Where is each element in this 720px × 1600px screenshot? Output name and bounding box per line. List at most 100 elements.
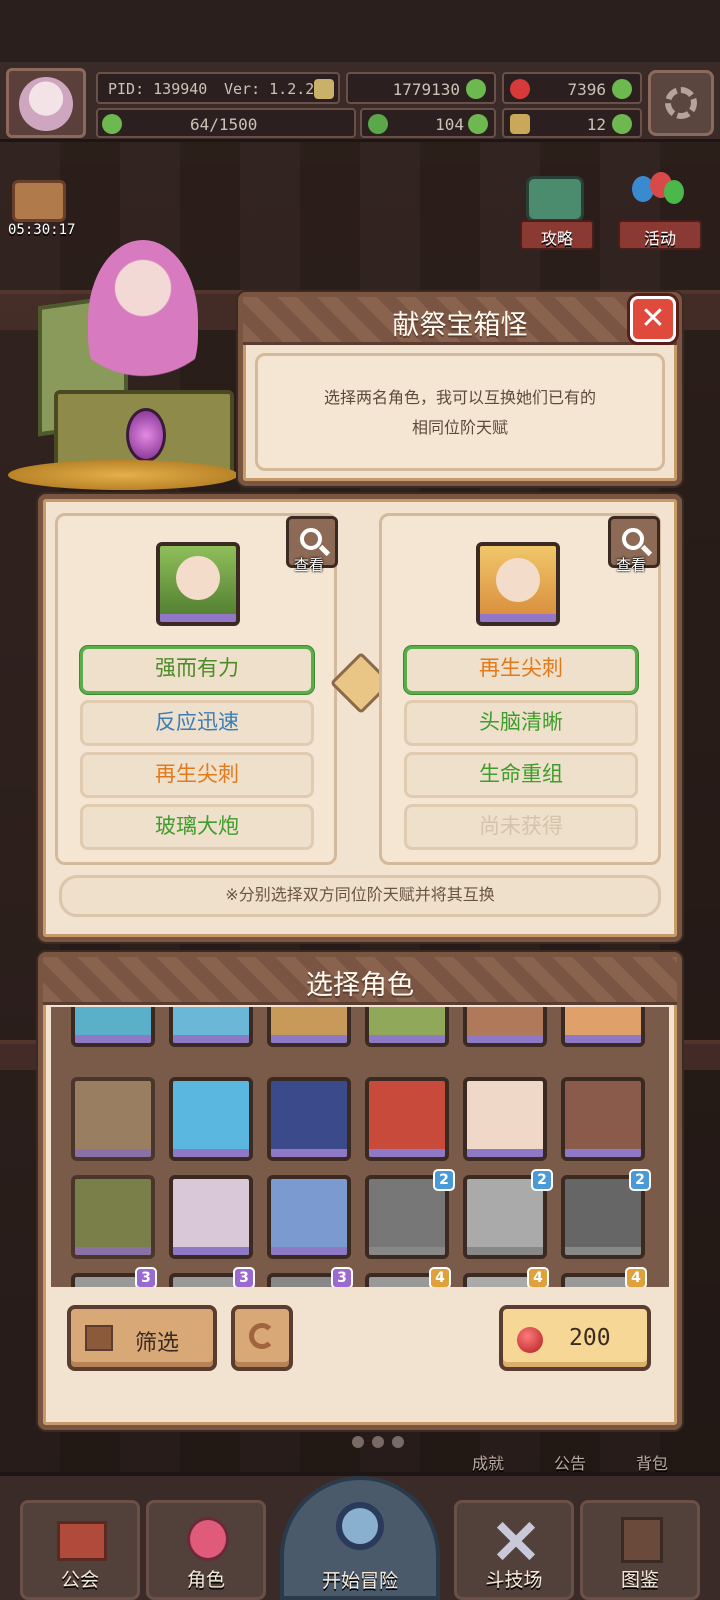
select-title-band: 选择角色 (43, 957, 677, 1005)
tier-badge: 2 (433, 1169, 455, 1191)
left-trait-4[interactable]: 玻璃大炮 (80, 804, 314, 850)
close-button[interactable]: ✕ (630, 296, 676, 342)
swap-panel: 查看 强而有力 反应迅速 再生尖刺 玻璃大炮 查看 再生尖刺 头脑清晰 生命重组… (38, 494, 682, 942)
right-trait-1[interactable]: 再生尖刺 (404, 646, 638, 694)
character-grid: 2 2 2 3 3 3 4 4 4 (51, 1007, 669, 1287)
right-trait-3[interactable]: 生命重组 (404, 752, 638, 798)
portrait-face (176, 556, 220, 600)
refresh-icon (249, 1323, 275, 1349)
guide-button[interactable]: 攻略 (520, 220, 594, 250)
character-cell[interactable] (169, 1175, 253, 1259)
character-cell[interactable] (71, 1175, 155, 1259)
id-panel: PID: 139940 Ver: 1.2.2.2 (96, 72, 340, 104)
gift-icon[interactable] (12, 180, 66, 222)
guide-label: 攻略 (540, 229, 573, 248)
character-cell[interactable] (169, 1007, 253, 1047)
avatar-face (19, 77, 73, 131)
refresh-button[interactable] (231, 1305, 293, 1371)
guild-icon (57, 1521, 107, 1561)
player-avatar[interactable] (6, 68, 86, 138)
right-trait-2[interactable]: 头脑清晰 (404, 700, 638, 746)
character-cell[interactable] (267, 1077, 351, 1161)
dialog-description-line2: 相同位阶天赋 (411, 418, 508, 437)
dialog-body: 选择两名角色，我可以互换她们已有的 相同位阶天赋 (255, 353, 665, 471)
left-character-portrait[interactable] (156, 542, 240, 626)
left-trait-3[interactable]: 再生尖刺 (80, 752, 314, 798)
nav-guild[interactable]: 公会 (20, 1500, 140, 1600)
tier-badge: 4 (527, 1267, 549, 1287)
nav-guild-label: 公会 (60, 1569, 99, 1591)
balloons-icon[interactable] (628, 172, 686, 222)
nav-adventure-label: 开始冒险 (321, 1570, 398, 1592)
nav-character[interactable]: 角色 (146, 1500, 266, 1600)
achievements-label[interactable]: 成就 (472, 1450, 504, 1474)
mimic-girl (88, 240, 198, 400)
right-trait-4: 尚未获得 (404, 804, 638, 850)
right-character-card: 查看 再生尖刺 头脑清晰 生命重组 尚未获得 (379, 513, 661, 865)
nav-character-label: 角色 (186, 1569, 225, 1591)
character-icon (187, 1517, 229, 1561)
character-cell[interactable] (365, 1077, 449, 1161)
nav-codex-label: 图鉴 (620, 1569, 659, 1591)
gold-pile (8, 460, 238, 490)
dialog-description-line1: 选择两名角色，我可以互换她们已有的 (323, 388, 596, 407)
plus-icon[interactable] (612, 114, 632, 134)
keys-panel: 12 (502, 108, 642, 138)
character-cell[interactable] (267, 1007, 351, 1047)
portrait-face (496, 558, 540, 602)
character-cell[interactable] (463, 1077, 547, 1161)
nav-arena-label: 斗技场 (485, 1569, 543, 1591)
book-icon (621, 1517, 663, 1563)
right-view-label: 查看 (616, 556, 647, 574)
event-label: 活动 (643, 229, 676, 248)
character-cell[interactable] (71, 1007, 155, 1047)
bag-label[interactable]: 背包 (636, 1450, 668, 1474)
keys-value: 12 (586, 115, 606, 134)
tier-badge: 3 (233, 1267, 255, 1287)
gems-panel: 7396 (502, 72, 642, 104)
clover-panel: 104 (360, 108, 496, 138)
rarity-bar (160, 614, 236, 622)
nav-codex[interactable]: 图鉴 (580, 1500, 700, 1600)
confirm-swap-button[interactable]: 200 (499, 1305, 651, 1371)
tier-badge: 3 (331, 1267, 353, 1287)
tier-badge: 2 (629, 1169, 651, 1191)
dialog-title: 献祭宝箱怪 (392, 310, 528, 341)
gems-value: 7396 (567, 80, 606, 99)
tier-badge: 2 (531, 1169, 553, 1191)
nav-arena[interactable]: 斗技场 (454, 1500, 574, 1600)
notice-label[interactable]: 公告 (554, 1450, 586, 1474)
gem-icon (517, 1327, 543, 1353)
character-cell[interactable] (561, 1077, 645, 1161)
character-cell[interactable] (365, 1007, 449, 1047)
character-cell[interactable] (267, 1175, 351, 1259)
swap-cost-value: 200 (569, 1325, 611, 1351)
energy-bar: 64/1500 (96, 108, 356, 138)
currency-icon (314, 79, 334, 99)
left-trait-1[interactable]: 强而有力 (80, 646, 314, 694)
clover-icon (466, 79, 486, 99)
clover-icon (368, 114, 388, 134)
plus-icon[interactable] (612, 79, 632, 99)
character-cell[interactable] (71, 1077, 155, 1161)
tier-badge: 3 (135, 1267, 157, 1287)
select-character-panel: 选择角色 2 2 2 3 3 3 4 4 4 筛选 200 (38, 952, 682, 1430)
tier-badge: 4 (625, 1267, 647, 1287)
tier-badge: 4 (429, 1267, 451, 1287)
character-cell[interactable] (169, 1077, 253, 1161)
right-character-portrait[interactable] (476, 542, 560, 626)
mimic-character-illustration (8, 240, 238, 490)
gold-panel: 1779130 (346, 72, 496, 104)
gem-icon (510, 79, 530, 99)
settings-gear-icon[interactable] (648, 70, 714, 136)
event-button[interactable]: 活动 (618, 220, 702, 250)
page-dot (352, 1436, 364, 1448)
magnifier-icon (336, 1502, 384, 1550)
chat-guide-icon[interactable] (526, 176, 584, 222)
character-cell[interactable] (463, 1007, 547, 1047)
filter-button[interactable]: 筛选 (67, 1305, 217, 1371)
left-trait-2[interactable]: 反应迅速 (80, 700, 314, 746)
energy-value: 64/1500 (190, 115, 258, 134)
character-cell[interactable] (561, 1007, 645, 1047)
plus-icon[interactable] (468, 114, 488, 134)
